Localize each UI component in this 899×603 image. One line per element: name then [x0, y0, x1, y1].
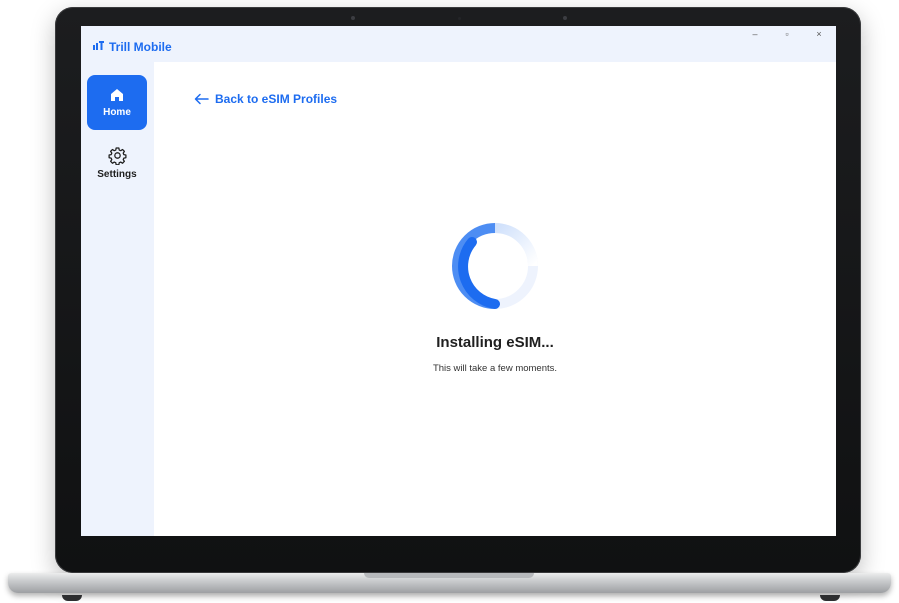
sidebar-item-label: Home: [103, 107, 131, 118]
sidebar: Home Settings: [81, 62, 154, 536]
minimize-button[interactable]: –: [748, 29, 762, 39]
signal-bars-icon: [93, 41, 104, 53]
status-title: Installing eSIM...: [436, 334, 554, 351]
sensor-dot: [563, 16, 567, 20]
webcam-dot: [351, 16, 355, 20]
laptop-base-notch: [364, 573, 534, 578]
app-title: Trill Mobile: [109, 40, 172, 54]
laptop-base: [8, 573, 891, 593]
status-subtitle: This will take a few moments.: [432, 363, 558, 374]
home-icon: [111, 89, 123, 101]
maximize-button[interactable]: ▫: [780, 29, 794, 39]
sidebar-item-label: Settings: [97, 168, 137, 180]
sensor-dot: [458, 17, 461, 20]
sidebar-item-settings[interactable]: Settings: [87, 135, 147, 190]
title-bar: Trill Mobile – ▫ ×: [81, 26, 836, 62]
close-button[interactable]: ×: [812, 29, 826, 39]
main-content: Back to eSIM Profiles Installing eSIM...…: [154, 62, 836, 536]
sidebar-item-home[interactable]: Home: [87, 75, 147, 130]
loading-spinner-icon: [452, 223, 538, 309]
app-brand: Trill Mobile: [93, 40, 172, 54]
window-controls: – ▫ ×: [748, 29, 826, 39]
back-link-label: Back to eSIM Profiles: [215, 92, 338, 106]
laptop-foot: [62, 595, 82, 601]
gear-icon: [107, 146, 127, 165]
laptop-foot: [820, 595, 840, 601]
arrow-left-icon: [194, 93, 209, 105]
app-window: Trill Mobile – ▫ × Home Settings Back to…: [81, 26, 836, 536]
back-to-esim-profiles-link[interactable]: Back to eSIM Profiles: [194, 92, 337, 106]
